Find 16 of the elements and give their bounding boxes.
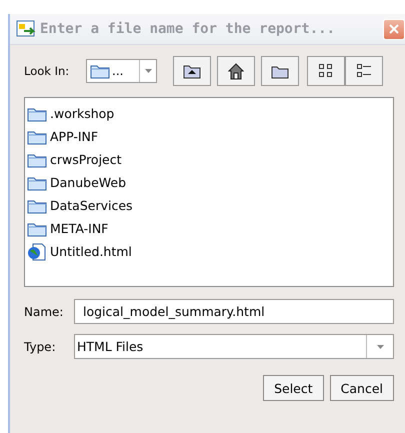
look-in-label: Look In: xyxy=(24,64,70,78)
file-item[interactable]: .workshop xyxy=(50,106,114,121)
type-label: Type: xyxy=(24,340,57,354)
file-item[interactable]: DanubeWeb xyxy=(50,175,126,190)
window-title: Enter a file name for the report... xyxy=(40,21,336,37)
dialog-button[interactable]: Select xyxy=(263,375,324,401)
file-item[interactable]: DataServices xyxy=(50,198,133,213)
file-item[interactable]: META-INF xyxy=(50,221,108,236)
name-field[interactable]: logical_model_summary.html xyxy=(74,299,394,324)
file-item[interactable]: Untitled.html xyxy=(50,244,132,259)
type-dropdown[interactable]: HTML Files xyxy=(74,334,394,359)
file-item[interactable]: APP-INF xyxy=(50,129,98,144)
dialog-button[interactable]: Cancel xyxy=(330,375,394,401)
file-item[interactable]: crwsProject xyxy=(50,152,122,167)
look-in-dropdown[interactable]: ... xyxy=(86,59,157,83)
name-label: Name: xyxy=(24,304,64,318)
